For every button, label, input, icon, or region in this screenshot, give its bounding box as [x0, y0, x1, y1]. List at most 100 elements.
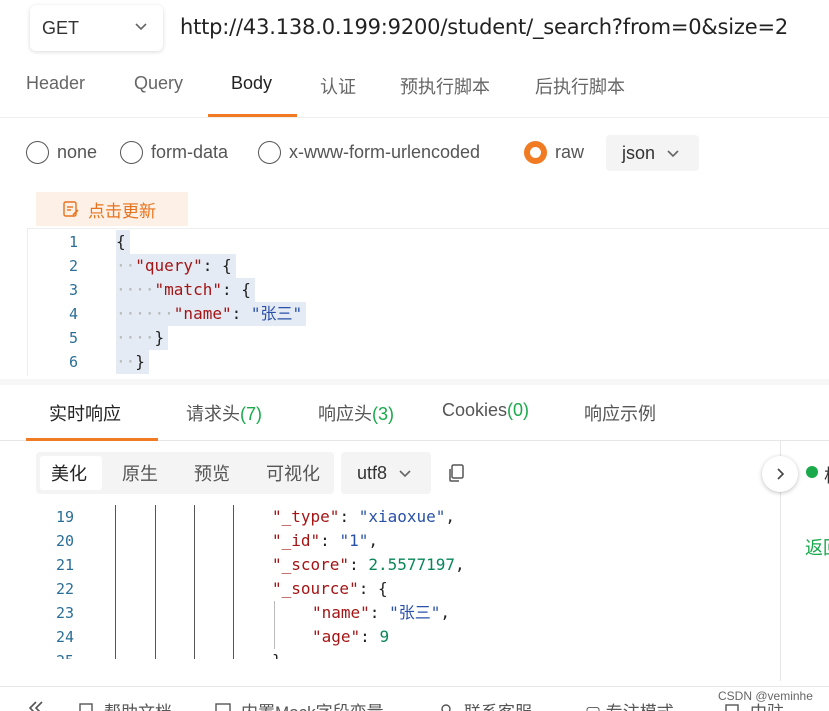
line-number: 5	[68, 329, 78, 347]
radio-circle	[524, 141, 547, 164]
tab-response-headers[interactable]: 响应头(3)	[318, 400, 394, 426]
url-bar: GET http://43.138.0.199:9200/student/_se…	[0, 0, 829, 60]
tab-pre-script[interactable]: 预执行脚本	[400, 73, 490, 99]
expand-panel-button[interactable]	[762, 456, 798, 492]
code-line: 2 ··"query": {	[28, 254, 828, 278]
code-line: 5 ····}	[28, 326, 828, 350]
radio-circle	[26, 141, 49, 164]
view-raw[interactable]: 原生	[122, 460, 158, 486]
code-line: 21 "_score": 2.5577197,	[36, 553, 780, 577]
side-panel-return-label[interactable]: 返回	[805, 534, 829, 560]
radio-label: form-data	[151, 142, 229, 162]
tab-response-example[interactable]: 响应示例	[584, 400, 656, 426]
code-text: ····"match": {	[116, 278, 255, 302]
view-preview[interactable]: 预览	[194, 460, 230, 486]
tab-body[interactable]: Body	[231, 73, 272, 94]
tab-auth[interactable]: 认证	[320, 73, 356, 99]
tab-cookies[interactable]: Cookies(0)	[442, 400, 529, 421]
line-number: 23	[55, 604, 74, 622]
code-text: ··}	[116, 350, 149, 374]
radio-circle	[120, 141, 143, 164]
format-label: json	[622, 142, 656, 163]
encoding-label: utf8	[357, 462, 388, 483]
code-line: 20 "_id": "1",	[36, 529, 780, 553]
mock-variables-link[interactable]: 内置Mock字段变量	[215, 698, 384, 711]
request-tabs: Header Query Body 认证 预执行脚本 后执行脚本	[0, 62, 829, 118]
response-viewer[interactable]: 19 "_type": "xiaoxue", 20 "_id": "1", 21…	[36, 505, 780, 659]
tab-live-response[interactable]: 实时响应	[49, 400, 121, 426]
pin-icon	[725, 703, 739, 711]
view-visualize[interactable]: 可视化	[266, 460, 320, 486]
code-text: {	[116, 230, 130, 254]
variable-icon	[215, 702, 231, 711]
view-mode-bar: 美化 原生 预览 可视化	[36, 452, 334, 494]
code-line: 3 ····"match": {	[28, 278, 828, 302]
radio-none[interactable]: none	[26, 141, 97, 164]
code-line: 4 ······"name": "张三"	[28, 302, 828, 326]
code-line: 23 "name": "张三",	[36, 601, 780, 625]
method-select[interactable]: GET	[30, 5, 163, 51]
radio-label: none	[57, 142, 98, 162]
encoding-select[interactable]: utf8	[341, 452, 431, 494]
radio-urlencoded[interactable]: x-www-form-urlencoded	[258, 141, 480, 164]
edit-document-icon	[63, 201, 79, 217]
radio-label: x-www-form-urlencoded	[289, 142, 481, 162]
line-number: 24	[55, 628, 74, 646]
tab-header[interactable]: Header	[26, 73, 85, 94]
code-line: 22 "_source": {	[36, 577, 780, 601]
radio-label: raw	[555, 142, 585, 162]
watermark: CSDN @veminhe	[718, 689, 813, 703]
code-line: 24 "age": 9	[36, 625, 780, 649]
body-type-selector: none form-data x-www-form-urlencoded raw…	[0, 118, 829, 186]
chevron-down-icon	[399, 470, 411, 478]
active-tab-indicator	[208, 114, 297, 117]
method-label: GET	[42, 17, 80, 38]
bottom-toolbar: 帮助文档 内置Mock字段变量 联系客服 ▢ 专注模式 中驻	[0, 686, 829, 711]
update-button-label: 点击更新	[88, 201, 156, 221]
chevron-down-icon	[667, 150, 679, 158]
update-button[interactable]: 点击更新	[36, 192, 188, 226]
tab-request-headers[interactable]: 请求头(7)	[186, 400, 262, 426]
line-number: 25	[36, 652, 74, 659]
chevron-right-icon	[777, 468, 785, 480]
code-text: "_score": 2.5577197,	[272, 555, 465, 574]
line-number: 20	[55, 532, 74, 550]
body-editor[interactable]: 1 { 2 ··"query": { 3 ····"match": { 4 ··…	[27, 228, 829, 376]
code-text: "_source": {	[272, 579, 388, 598]
tab-query[interactable]: Query	[134, 73, 183, 94]
line-number: 4	[68, 305, 78, 323]
view-beautify[interactable]: 美化	[51, 460, 87, 486]
user-icon	[441, 703, 451, 711]
code-text: "_id": "1",	[272, 531, 378, 550]
line-number: 21	[55, 556, 74, 574]
code-text: },	[272, 649, 291, 659]
side-panel-label: 析	[824, 462, 829, 488]
tab-post-script[interactable]: 后执行脚本	[535, 73, 625, 99]
collapse-left-icon[interactable]	[28, 701, 44, 711]
code-text: ····}	[116, 326, 169, 350]
line-number: 22	[55, 580, 74, 598]
code-line: 6 ··}	[28, 350, 828, 374]
focus-mode-toggle[interactable]: ▢ 专注模式	[585, 698, 674, 711]
book-icon	[79, 702, 93, 711]
response-tabs: 实时响应 请求头(7) 响应头(3) Cookies(0) 响应示例	[0, 385, 829, 441]
code-text: "name": "张三",	[312, 603, 450, 622]
url-input[interactable]: http://43.138.0.199:9200/student/_search…	[180, 15, 788, 39]
radio-form-data[interactable]: form-data	[120, 141, 228, 164]
code-text: ······"name": "张三"	[116, 302, 307, 326]
line-number: 3	[68, 281, 78, 299]
code-line: 19 "_type": "xiaoxue",	[36, 505, 780, 529]
contact-support-link[interactable]: 联系客服	[438, 698, 532, 711]
code-line: 25 },	[36, 649, 780, 659]
line-number: 6	[68, 353, 78, 371]
code-line: 1 {	[28, 230, 828, 254]
code-text: "age": 9	[312, 627, 390, 646]
status-dot	[806, 466, 818, 478]
chevron-down-icon	[135, 23, 147, 31]
code-text: "_type": "xiaoxue",	[272, 507, 456, 526]
radio-raw[interactable]: raw	[524, 141, 584, 164]
line-number: 19	[55, 508, 74, 526]
format-select[interactable]: json	[606, 135, 699, 171]
help-docs-link[interactable]: 帮助文档	[78, 698, 172, 711]
copy-icon[interactable]	[446, 463, 466, 483]
